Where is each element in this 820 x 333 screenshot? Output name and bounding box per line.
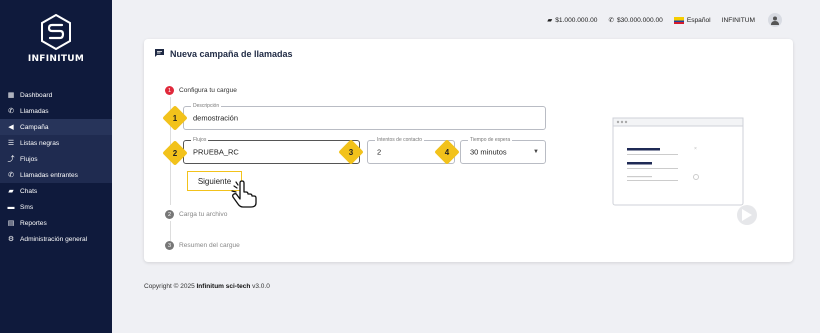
svg-text:×: × — [694, 146, 697, 152]
tour-badge-4: 4 — [444, 147, 450, 157]
colombia-flag-icon — [673, 16, 684, 24]
footer: Copyright © 2025 Infinitum sci-tech v3.0… — [144, 283, 270, 290]
flows-select[interactable]: Flujos PRUEBA_RC — [183, 137, 360, 164]
language-selector[interactable]: Español — [673, 16, 711, 24]
tour-badge-1: 1 — [172, 113, 178, 123]
step-3[interactable]: 3 Resumen del cargue — [165, 241, 240, 250]
sidebar-item-label: Campaña — [20, 123, 49, 131]
tour-badge-3: 3 — [348, 147, 354, 157]
calls-balance-value: $30.000.000.00 — [616, 16, 663, 24]
card-title: Nueva campaña de llamadas — [155, 49, 293, 59]
sidebar-item-flujos[interactable]: ⤴ Flujos — [0, 151, 112, 167]
sms-icon: ▬ — [7, 203, 15, 211]
sms-icon: ▰ — [547, 17, 553, 24]
wait-time-select[interactable]: Tiempo de espera 30 minutos ▼ — [460, 137, 546, 164]
company-name: Infinitum sci-tech — [196, 283, 251, 290]
attempts-value: 2 — [377, 147, 382, 157]
sidebar: INFINITUM ▦ Dashboard ✆ Llamadas ◀ Campa… — [0, 0, 112, 333]
step-label: Resumen del cargue — [179, 242, 240, 249]
sms-balance: ▰ $1.000.000.00 — [547, 16, 598, 25]
step-1[interactable]: 1 Configura tu cargue — [165, 86, 237, 95]
megaphone-icon: ◀ — [8, 124, 14, 131]
brand-logo[interactable]: INFINITUM — [0, 14, 112, 64]
sidebar-item-label: Reportes — [20, 219, 47, 227]
topbar: ▰ $1.000.000.00 ✆ $30.000.000.00 Español… — [541, 12, 782, 28]
gear-icon: ⚙ — [7, 236, 15, 243]
sidebar-item-label: Llamadas entrantes — [20, 171, 78, 179]
sidebar-item-listas-negras[interactable]: ☰ Listas negras — [0, 135, 112, 151]
sidebar-item-llamadas-entrantes[interactable]: ✆ Llamadas entrantes — [0, 167, 112, 183]
card-title-text: Nueva campaña de llamadas — [170, 49, 293, 59]
campaign-card: Nueva campaña de llamadas 1 Configura tu… — [144, 39, 793, 262]
chats-icon: ▰ — [8, 188, 14, 195]
step-2[interactable]: 2 Carga tu archivo — [165, 210, 227, 219]
copyright-text: Copyright © 2025 — [144, 283, 195, 290]
logo-icon — [41, 14, 71, 50]
flow-icon: ⤴ — [7, 156, 15, 163]
step-number: 2 — [165, 210, 174, 219]
flows-value: PRUEBA_RC — [193, 147, 239, 157]
sidebar-item-label: Flujos — [20, 155, 38, 163]
description-value: demostración — [193, 113, 239, 123]
sidebar-item-campana[interactable]: ◀ Campaña — [0, 119, 112, 135]
chat-icon — [155, 49, 164, 59]
step-connector — [170, 221, 171, 241]
avatar[interactable] — [768, 13, 782, 27]
wait-time-legend: Tiempo de espera — [468, 137, 513, 143]
sidebar-item-label: Llamadas — [20, 107, 49, 115]
phone-icon: ✆ — [8, 108, 14, 115]
attempts-legend: Intentos de contacto — [375, 137, 425, 143]
hand-cursor-icon — [231, 180, 257, 208]
incoming-call-icon: ✆ — [8, 172, 14, 179]
dashboard-icon: ▦ — [7, 92, 15, 99]
user-name[interactable]: INFINITUM — [722, 17, 755, 24]
report-icon: ▤ — [7, 220, 15, 227]
sidebar-item-llamadas[interactable]: ✆ Llamadas — [0, 103, 112, 119]
version-text: v3.0.0 — [252, 283, 270, 290]
sidebar-item-chats[interactable]: ▰ Chats — [0, 183, 112, 199]
sidebar-item-label: Chats — [20, 187, 38, 195]
chevron-down-icon: ▼ — [533, 149, 539, 155]
step-label: Configura tu cargue — [179, 87, 237, 94]
calls-balance: ✆ $30.000.000.00 — [608, 16, 663, 25]
sidebar-item-reportes[interactable]: ▤ Reportes — [0, 215, 112, 231]
user-icon — [771, 16, 779, 25]
list-icon: ☰ — [7, 140, 15, 147]
sidebar-item-label: Dashboard — [20, 91, 53, 99]
phone-icon: ✆ — [608, 17, 614, 24]
sms-balance-value: $1.000.000.00 — [555, 16, 598, 24]
language-label: Español — [686, 16, 711, 24]
sidebar-item-label: Administración general — [20, 235, 88, 243]
step-number: 3 — [165, 241, 174, 250]
sidebar-item-label: Sms — [20, 203, 34, 211]
form-illustration: × — [612, 117, 757, 225]
flows-legend: Flujos — [191, 137, 209, 143]
tour-badge-2: 2 — [172, 148, 178, 158]
sidebar-item-sms[interactable]: ▬ Sms — [0, 199, 112, 215]
step-label: Carga tu archivo — [179, 211, 228, 218]
description-field[interactable]: Descripción demostración — [183, 103, 546, 130]
sidebar-item-administracion[interactable]: ⚙ Administración general — [0, 231, 112, 247]
wait-time-value: 30 minutos — [470, 147, 507, 157]
step-number: 1 — [165, 86, 174, 95]
sidebar-nav: ▦ Dashboard ✆ Llamadas ◀ Campaña ☰ Lista… — [0, 87, 112, 247]
sidebar-item-dashboard[interactable]: ▦ Dashboard — [0, 87, 112, 103]
description-legend: Descripción — [191, 103, 222, 109]
brand-name: INFINITUM — [27, 54, 85, 64]
sidebar-item-label: Listas negras — [20, 139, 60, 147]
